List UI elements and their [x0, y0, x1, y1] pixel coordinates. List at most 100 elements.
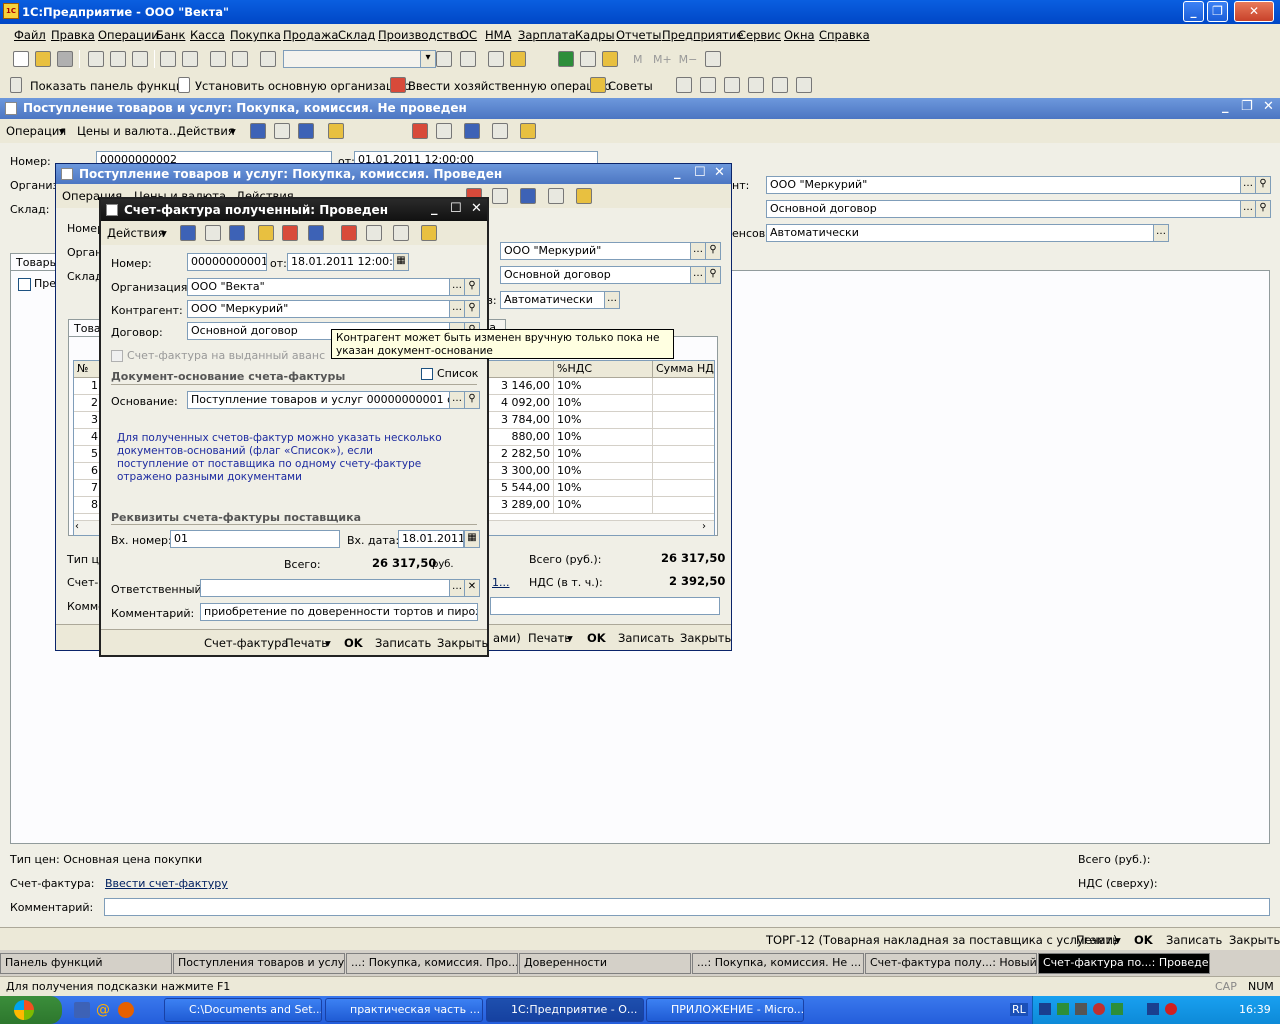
- filter-icon[interactable]: [464, 123, 480, 139]
- advance-checkbox[interactable]: [111, 350, 123, 362]
- window-tab-invoice-posted[interactable]: Счет-фактура по...: Проведен: [1038, 953, 1210, 974]
- row-vat-sum[interactable]: [653, 412, 714, 429]
- copy-icon[interactable]: [110, 51, 126, 67]
- mdi-minimize-icon[interactable]: _: [1222, 99, 1229, 114]
- tray-opera-icon[interactable]: [1165, 1003, 1177, 1015]
- close-button[interactable]: Закрыть: [1229, 933, 1280, 947]
- row-vat-rate[interactable]: 10%: [554, 497, 653, 514]
- select-button[interactable]: …: [690, 242, 706, 260]
- tool-f-icon[interactable]: [796, 77, 812, 93]
- back-icon[interactable]: [180, 225, 196, 241]
- dt-kt-icon[interactable]: [412, 123, 428, 139]
- prices-button[interactable]: Цены и валюта...: [77, 124, 180, 138]
- row-number[interactable]: 4: [74, 429, 102, 446]
- row-number[interactable]: 5: [74, 446, 102, 463]
- calendar-icon[interactable]: ▦: [393, 253, 409, 271]
- based-on-icon[interactable]: [308, 225, 324, 241]
- menu-os[interactable]: ОС: [460, 28, 477, 44]
- paste-icon[interactable]: [132, 51, 148, 67]
- select-button[interactable]: …: [449, 391, 465, 409]
- menu-enterprise[interactable]: Предприятие: [662, 28, 743, 44]
- find-next-icon[interactable]: [436, 51, 452, 67]
- invoice-minimize-icon[interactable]: _: [431, 201, 438, 216]
- find-icon[interactable]: [260, 51, 276, 67]
- save-button[interactable]: Записать: [375, 636, 431, 650]
- enter-invoice-link[interactable]: Ввести счет-фактуру: [105, 877, 228, 890]
- list-icon[interactable]: [548, 188, 564, 204]
- window-tab-invoice-new[interactable]: Счет-фактура полу...: Новый: [865, 953, 1037, 974]
- show-panel-button[interactable]: Показать панель функций: [30, 79, 191, 93]
- row-vat-rate[interactable]: 10%: [554, 395, 653, 412]
- tray-app-icon[interactable]: [1057, 1003, 1069, 1015]
- mid-comment-field[interactable]: [490, 597, 720, 615]
- mdi-close-icon[interactable]: ✕: [1263, 99, 1274, 114]
- select-button[interactable]: …: [690, 266, 706, 284]
- menu-reports[interactable]: Отчеты: [616, 28, 661, 44]
- report-icon[interactable]: [436, 123, 452, 139]
- window-tab-purchase-unposted[interactable]: ...: Покупка, комиссия. Не ...: [692, 953, 864, 974]
- scroll-left-icon[interactable]: ‹: [75, 521, 79, 532]
- col-vat-pct-header[interactable]: %НДС: [554, 361, 653, 378]
- inv-basis-field[interactable]: Поступление товаров и услуг 00000000001 …: [187, 391, 451, 409]
- start-button[interactable]: [0, 996, 62, 1024]
- search-icon[interactable]: ⚲: [705, 266, 721, 284]
- row-vat-rate[interactable]: 10%: [554, 480, 653, 497]
- scroll-right-icon[interactable]: ›: [702, 521, 706, 532]
- select-button[interactable]: …: [449, 300, 465, 318]
- row-number[interactable]: 7: [74, 480, 102, 497]
- open-icon[interactable]: [35, 51, 51, 67]
- ok-button[interactable]: OK: [344, 636, 363, 650]
- tool-b-icon[interactable]: [700, 77, 716, 93]
- set-org-button[interactable]: Установить основную организацию: [195, 79, 411, 93]
- help-icon[interactable]: [576, 188, 592, 204]
- row-vat-rate[interactable]: 10%: [554, 378, 653, 395]
- list-icon[interactable]: [492, 123, 508, 139]
- mdi-restore-icon[interactable]: ❐: [1241, 99, 1253, 114]
- row-vat-rate[interactable]: 10%: [554, 463, 653, 480]
- tray-sound-icon[interactable]: [1075, 1003, 1087, 1015]
- find-prev-icon[interactable]: [460, 51, 476, 67]
- row-vat-sum[interactable]: [653, 395, 714, 412]
- menu-bank[interactable]: Банк: [156, 28, 185, 44]
- preview-icon[interactable]: [182, 51, 198, 67]
- report-icon[interactable]: [492, 188, 508, 204]
- search-icon[interactable]: ⚲: [705, 242, 721, 260]
- calendar-icon[interactable]: ▦: [464, 530, 480, 548]
- row-vat-sum[interactable]: [653, 429, 714, 446]
- memory-icon[interactable]: M M+ M−: [633, 53, 697, 66]
- in-date-field[interactable]: 18.01.2011: [398, 530, 464, 548]
- taskbar-item-1c[interactable]: 1С:Предприятие - О...: [486, 998, 644, 1022]
- invoice-maximize-icon[interactable]: ☐: [450, 201, 462, 216]
- taskbar-item-word1[interactable]: практическая часть ...: [325, 998, 483, 1022]
- firefox-icon[interactable]: [118, 1002, 134, 1018]
- select-button[interactable]: …: [449, 579, 465, 597]
- menu-salary[interactable]: Зарплата: [518, 28, 575, 44]
- cut-icon[interactable]: [88, 51, 104, 67]
- menu-warehouse[interactable]: Склад: [338, 28, 375, 44]
- menu-sales[interactable]: Продажа: [283, 28, 338, 44]
- contragent-field[interactable]: ООО "Меркурий": [766, 176, 1242, 194]
- mid-invoice-link[interactable]: 1...: [492, 576, 510, 589]
- tray-network-icon[interactable]: [1039, 1003, 1051, 1015]
- window-tab-proxies[interactable]: Доверенности: [519, 953, 691, 974]
- refresh-icon[interactable]: [274, 123, 290, 139]
- clear-icon[interactable]: ✕: [464, 579, 480, 597]
- tray-security-icon[interactable]: [1147, 1003, 1159, 1015]
- print-menu[interactable]: Печать: [285, 636, 328, 650]
- responsible-field[interactable]: [200, 579, 452, 597]
- search-dropdown-icon[interactable]: ▾: [420, 50, 436, 68]
- taskbar-item-explorer[interactable]: C:\Documents and Set...: [164, 998, 322, 1022]
- row-vat-sum[interactable]: [653, 497, 714, 514]
- print-menu[interactable]: Печать: [1076, 933, 1119, 947]
- inv-comment-field[interactable]: приобретение по доверенности тортов и пи…: [200, 603, 478, 621]
- select-button[interactable]: …: [1240, 176, 1256, 194]
- close-button[interactable]: Закрыть: [437, 636, 488, 650]
- mid-minimize-icon[interactable]: _: [674, 165, 681, 180]
- in-number-field[interactable]: 01: [170, 530, 340, 548]
- email-icon[interactable]: @: [96, 1002, 110, 1018]
- redo-icon[interactable]: [232, 51, 248, 67]
- post-icon[interactable]: [328, 123, 344, 139]
- select-button[interactable]: …: [1153, 224, 1169, 242]
- menu-file[interactable]: Файл: [14, 28, 46, 44]
- select-button[interactable]: …: [1240, 200, 1256, 218]
